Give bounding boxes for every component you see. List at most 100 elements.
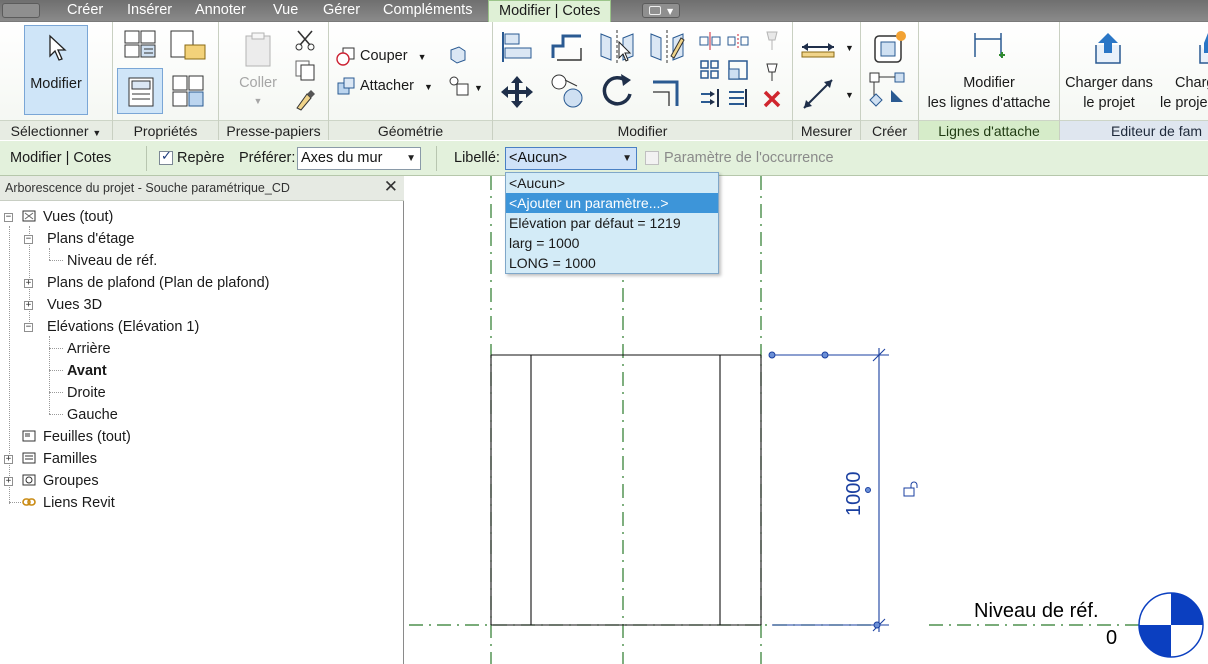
prefer-select[interactable]: Axes du mur ▼ xyxy=(297,147,421,170)
rotate-icon[interactable] xyxy=(597,70,637,112)
expand-toggle[interactable]: + xyxy=(24,301,33,310)
panel-title-family-editor: Editeur de fam xyxy=(1060,120,1208,140)
cut-geometry-button[interactable]: Couper ▼ xyxy=(360,45,427,67)
modify-button[interactable]: Modifier xyxy=(24,25,88,115)
label-select[interactable]: <Aucun> ▼ xyxy=(505,147,637,170)
tab-gerer[interactable]: Gérer xyxy=(323,0,360,21)
split-face-icon[interactable] xyxy=(447,74,471,98)
create-similar-icon[interactable] xyxy=(869,28,909,66)
split-element-icon[interactable] xyxy=(698,30,722,52)
tab-modifier-cotes[interactable]: Modifier | Cotes xyxy=(488,0,612,22)
edit-witness-lines-button[interactable]: Modifier les lignes d'attache xyxy=(923,25,1055,115)
drag-grip[interactable] xyxy=(865,487,871,493)
delete-icon[interactable] xyxy=(761,88,783,110)
load-into-project-close-icon xyxy=(1199,33,1208,64)
tab-annoter[interactable]: Annoter xyxy=(195,0,246,21)
trim-extend-icon[interactable] xyxy=(647,72,687,110)
collapse-toggle[interactable]: − xyxy=(24,323,33,332)
mirror-draw-axis-icon[interactable] xyxy=(647,28,687,66)
trim-extend-single-icon[interactable] xyxy=(726,86,750,110)
chevron-down-icon[interactable]: ▼ xyxy=(845,84,854,106)
type-properties-icon[interactable] xyxy=(121,27,161,65)
tree-families[interactable]: Familles xyxy=(43,449,97,469)
tree-elevation-front[interactable]: Avant xyxy=(67,361,107,381)
drag-grip[interactable] xyxy=(873,621,881,629)
expand-toggle[interactable]: + xyxy=(4,455,13,464)
label-option-larg[interactable]: larg = 1000 xyxy=(506,233,718,253)
ribbon-minimize-toggle[interactable]: ▼ xyxy=(642,3,680,18)
wall-joins-icon[interactable] xyxy=(447,44,469,66)
tree-sheets[interactable]: Feuilles (tout) xyxy=(43,427,131,447)
load-into-project-button[interactable]: Charger dans le projet xyxy=(1062,25,1156,115)
family-category-icon[interactable] xyxy=(169,72,209,110)
align-icon[interactable] xyxy=(499,30,539,64)
drag-grip[interactable] xyxy=(821,351,829,359)
label-option-add-parameter[interactable]: <Ajouter un paramètre...> xyxy=(506,193,718,213)
tab-inserer[interactable]: Insérer xyxy=(127,0,172,21)
chevron-down-icon: ▼ xyxy=(622,153,632,164)
cut-icon[interactable] xyxy=(293,28,317,52)
tree-revit-links[interactable]: Liens Revit xyxy=(43,493,115,513)
label-option-default-elevation[interactable]: Elévation par défaut = 1219 xyxy=(506,213,718,233)
mirror-pick-axis-icon[interactable] xyxy=(597,28,637,66)
close-icon[interactable]: ✕ xyxy=(384,177,398,197)
padlock-icon[interactable] xyxy=(903,481,918,497)
match-properties-icon[interactable] xyxy=(293,88,317,112)
pin-icon[interactable] xyxy=(761,60,785,82)
load-into-project-close-label-1: Charg xyxy=(1175,75,1208,91)
chevron-down-icon[interactable]: ▼ xyxy=(474,77,483,99)
load-into-project-close-button[interactable]: Charg le proje xyxy=(1158,25,1208,115)
measure-distance-icon[interactable] xyxy=(798,32,838,62)
join-geometry-button[interactable]: Attacher ▼ xyxy=(360,75,433,97)
split-with-gap-icon[interactable] xyxy=(726,30,750,52)
level-name[interactable]: Niveau de réf. xyxy=(974,600,1099,623)
tab-complements[interactable]: Compléments xyxy=(383,0,472,21)
chevron-down-icon[interactable]: ▼ xyxy=(845,37,854,59)
scale-icon[interactable] xyxy=(726,58,750,82)
family-types-icon[interactable] xyxy=(167,27,209,65)
label-option-none[interactable]: <Aucun> xyxy=(506,173,718,193)
properties-palette-button[interactable] xyxy=(117,68,163,114)
tab-vue[interactable]: Vue xyxy=(273,0,298,21)
instance-parameter-checkbox[interactable] xyxy=(645,151,659,165)
tree-ref-level[interactable]: Niveau de réf. xyxy=(67,251,157,271)
application-menu-button[interactable] xyxy=(2,3,40,18)
panel-clipboard: Coller ▼ Presse-papiers xyxy=(219,22,329,140)
copy-element-icon[interactable] xyxy=(547,70,587,112)
aligned-dimension-icon[interactable] xyxy=(798,74,838,114)
trim-extend-multiple-icon[interactable] xyxy=(698,86,722,110)
copy-icon[interactable] xyxy=(293,58,317,82)
panel-title-select[interactable]: Sélectionner ▼ xyxy=(0,120,112,140)
offset-icon[interactable] xyxy=(547,30,587,64)
level-elevation[interactable]: 0 xyxy=(1106,627,1117,650)
tree-ceiling-plans[interactable]: Plans de plafond (Plan de plafond) xyxy=(47,273,270,293)
move-icon[interactable] xyxy=(497,72,537,112)
selected-dimension[interactable] xyxy=(772,348,889,632)
tree-floor-plans[interactable]: Plans d'étage xyxy=(47,229,134,249)
create-group-icon[interactable] xyxy=(867,70,909,110)
tree-views[interactable]: Vues (tout) xyxy=(43,207,113,227)
paste-button[interactable]: Coller ▼ xyxy=(229,25,287,115)
tree-elevation-back[interactable]: Arrière xyxy=(67,339,111,359)
array-icon[interactable] xyxy=(698,58,722,82)
project-browser: Arborescence du projet - Souche paramétr… xyxy=(0,176,404,664)
level-head-icon[interactable] xyxy=(1138,592,1204,658)
tree-groups[interactable]: Groupes xyxy=(43,471,99,491)
reference-checkbox[interactable] xyxy=(159,149,173,165)
drag-grip[interactable] xyxy=(768,351,776,359)
project-browser-title: Arborescence du projet - Souche paramétr… xyxy=(5,181,290,195)
tree-connector xyxy=(49,348,63,349)
expand-toggle[interactable]: + xyxy=(24,279,33,288)
tree-elevation-left[interactable]: Gauche xyxy=(67,405,118,425)
label-option-long[interactable]: LONG = 1000 xyxy=(506,253,718,273)
expand-toggle[interactable]: + xyxy=(4,477,13,486)
tree-elevation-right[interactable]: Droite xyxy=(67,383,106,403)
collapse-toggle[interactable]: − xyxy=(4,213,13,222)
collapse-toggle[interactable]: − xyxy=(24,235,33,244)
tree-connector xyxy=(49,414,63,415)
tree-3d-views[interactable]: Vues 3D xyxy=(47,295,102,315)
tree-elevations[interactable]: Elévations (Elévation 1) xyxy=(47,317,199,337)
dimension-value[interactable]: 1000 xyxy=(843,472,866,517)
tab-creer[interactable]: Créer xyxy=(67,0,103,21)
separator xyxy=(146,146,147,171)
